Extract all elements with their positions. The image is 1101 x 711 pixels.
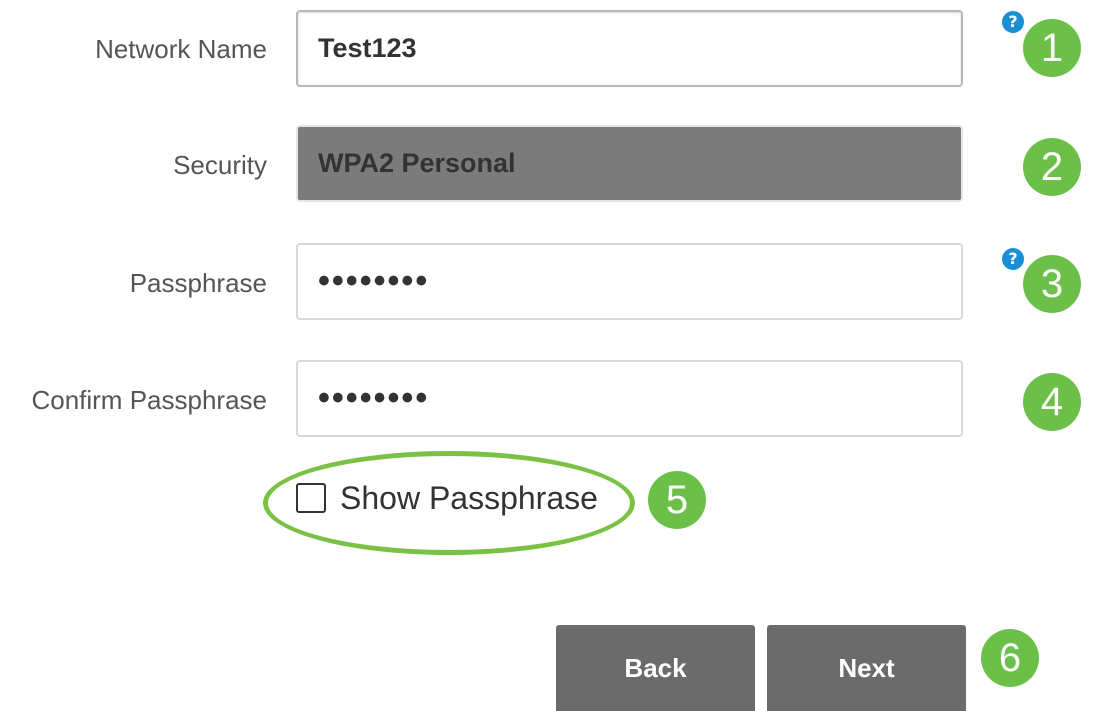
show-passphrase-toggle[interactable]: Show Passphrase — [296, 478, 598, 518]
help-icon[interactable]: ? — [1002, 248, 1024, 270]
next-button[interactable]: Next — [767, 625, 966, 711]
step-badge-4: 4 — [1023, 373, 1081, 431]
step-badge-5: 5 — [648, 471, 706, 529]
step-badge-2: 2 — [1023, 138, 1081, 196]
confirm-passphrase-field[interactable]: •••••••• — [296, 360, 963, 437]
network-name-label: Network Name — [95, 34, 267, 64]
step-badge-3: 3 — [1023, 255, 1081, 313]
security-field: WPA2 Personal — [296, 125, 963, 202]
show-passphrase-checkbox[interactable] — [296, 483, 326, 513]
passphrase-label: Passphrase — [129, 268, 267, 298]
security-label: Security — [173, 150, 267, 180]
passphrase-field[interactable]: •••••••• — [296, 243, 963, 320]
step-badge-1: 1 — [1023, 19, 1081, 77]
back-button[interactable]: Back — [556, 625, 755, 711]
help-icon[interactable]: ? — [1002, 11, 1024, 33]
step-badge-6: 6 — [981, 629, 1039, 687]
network-name-field[interactable]: Test123 — [296, 10, 963, 87]
confirm-passphrase-label: Confirm Passphrase — [31, 385, 267, 415]
show-passphrase-label[interactable]: Show Passphrase — [340, 478, 598, 518]
